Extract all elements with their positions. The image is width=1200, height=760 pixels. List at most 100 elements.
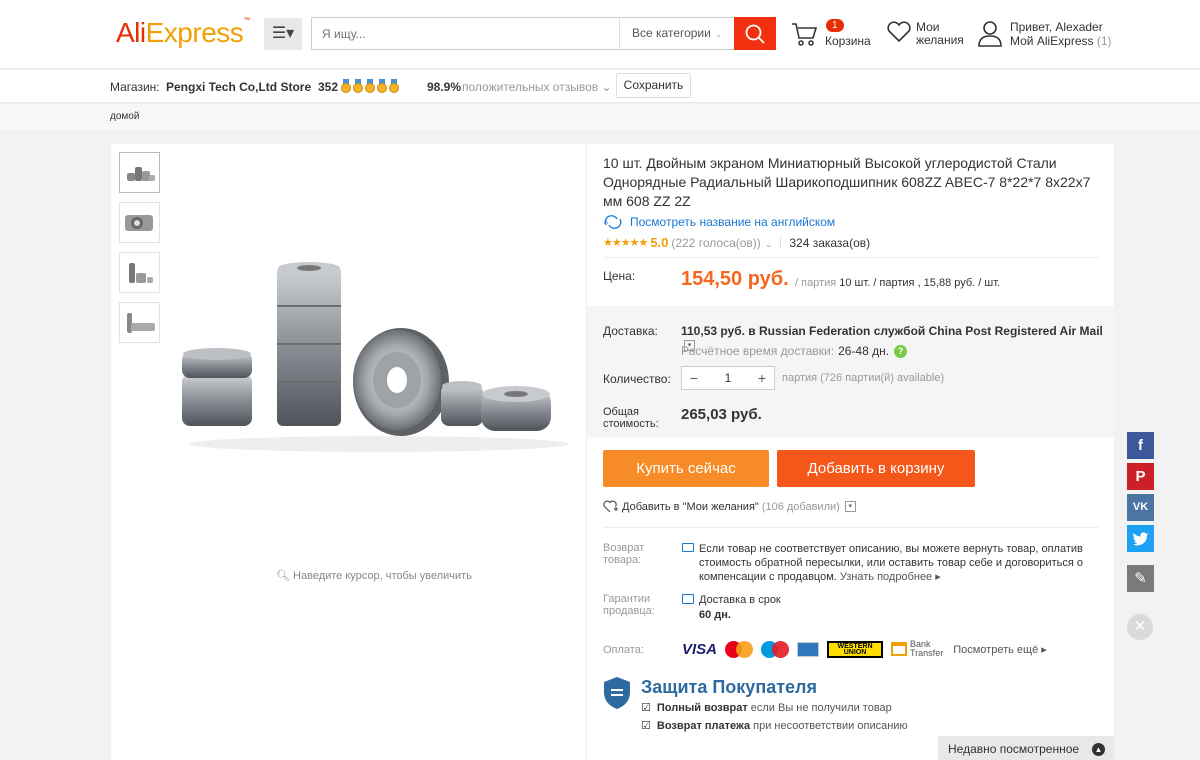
svg-text:A: A <box>604 220 608 226</box>
guarantee-text: Доставка в срок 60 дн. <box>699 593 781 623</box>
total-cost-value: 265,03 руб. <box>681 406 762 423</box>
delivery-time: Расчётное время доставки: 26-48 дн. ? <box>681 344 908 358</box>
protection-item2-text: при несоответствии описанию <box>750 720 908 732</box>
product-price: 154,50 руб. <box>681 268 789 290</box>
recently-viewed-toggle[interactable]: Недавно посмотренное ▲ <box>938 736 1114 760</box>
account-link[interactable]: Привет, Alexader Мой AliExpress (1) <box>977 20 1112 51</box>
guarantee-line2: 60 дн. <box>699 609 731 621</box>
payment-methods: VISA WESTERN UNION Bank Transfer Посмотрет… <box>682 640 1047 658</box>
thumbnail-list <box>119 152 160 352</box>
bearings-stack-thumbnail-image <box>129 262 153 283</box>
price-unit: / партия 10 шт. / партия , 15,88 руб. / … <box>795 277 1000 289</box>
translate-title-link[interactable]: A Посмотреть название на английском <box>603 215 835 229</box>
add-to-cart-button[interactable]: Добавить в корзину <box>777 450 975 487</box>
votes-count: (222 голоса(ов)) <box>671 235 761 250</box>
truck-icon <box>682 594 694 604</box>
guarantee-label-text: Гарантии продавца: <box>603 593 655 617</box>
magnifier-icon: 🔍︎ <box>276 570 290 582</box>
product-thumbnail[interactable] <box>119 202 160 243</box>
positive-feedback-percent: 98.9% <box>427 80 462 94</box>
product-main-image[interactable] <box>179 244 579 454</box>
buy-now-button[interactable]: Купить сейчас <box>603 450 769 487</box>
chevron-down-icon[interactable]: ▾ <box>844 501 856 512</box>
checkbox-icon: ☑ <box>641 702 651 714</box>
recently-viewed-label: Недавно посмотренное <box>948 742 1080 756</box>
add-wishlist-text: Добавить в "Мои желания" <box>622 500 759 513</box>
quantity-decrease-button[interactable]: − <box>682 370 706 386</box>
facebook-icon: f <box>1138 437 1143 454</box>
cart-icon <box>792 23 818 46</box>
zoom-hint: 🔍︎ Наведите курсор, чтобы увеличить <box>276 569 472 582</box>
medal-icon <box>377 79 387 93</box>
quantity-input[interactable]: 1 <box>706 371 750 385</box>
bank-icon <box>891 642 908 656</box>
total-cost-label: Общая стоимость: <box>603 406 659 430</box>
store-bar: Магазин: Pengxi Tech Co,Ltd Store 352 98… <box>0 70 1200 103</box>
my-account-text: Мой AliExpress <box>1010 34 1094 48</box>
close-icon: ✕ <box>1133 618 1147 635</box>
facebook-share-button[interactable]: f <box>1127 432 1154 459</box>
user-icon <box>978 21 1002 47</box>
product-thumbnail[interactable] <box>119 302 160 343</box>
close-share-button[interactable]: ✕ <box>1127 614 1153 640</box>
twitter-share-button[interactable] <box>1127 525 1154 552</box>
bearing-thumbnail-image <box>125 214 153 231</box>
bearings-thumbnail-image <box>127 166 155 181</box>
breadcrumb: домой <box>0 104 1200 130</box>
checkbox-icon: ☑ <box>641 720 651 732</box>
protection-item: ☑ Полный возврат если Вы не получили това… <box>641 701 892 714</box>
feedback-dropdown[interactable]: положительных отзывов ⌄ <box>462 80 612 94</box>
medal-icon <box>365 79 375 93</box>
shield-icon <box>604 677 630 709</box>
price-unit-prefix: / партия <box>795 277 837 289</box>
price-label: Цена: <box>603 269 636 283</box>
wishlist-link[interactable]: Мои желания <box>886 20 964 47</box>
save-store-button[interactable]: Сохранить <box>616 73 691 98</box>
payment-see-more-link[interactable]: Посмотреть ещё ▸ <box>953 643 1047 656</box>
account-label: Привет, Alexader Мой AliExpress (1) <box>1010 20 1130 48</box>
pinterest-icon: P <box>1135 468 1146 485</box>
cart-link[interactable]: 1 Корзина <box>790 19 880 50</box>
store-score: 352 <box>318 80 339 94</box>
product-thumbnail[interactable] <box>119 152 160 193</box>
greeting-text: Привет, Alexader <box>1010 20 1103 34</box>
divider <box>603 527 1099 528</box>
visa-logo: VISA <box>682 640 718 658</box>
logo-tm: ™ <box>243 17 250 24</box>
search-button[interactable] <box>734 17 776 50</box>
medal-icon <box>389 79 399 93</box>
delivery-time-label: Расчётное время доставки: <box>681 344 835 358</box>
bank-text: Bank Transfer <box>910 640 943 658</box>
categories-menu-button[interactable]: ☰▾ <box>264 18 302 50</box>
my-account-count: (1) <box>1096 34 1112 48</box>
heart-icon <box>887 21 911 43</box>
return-more-link[interactable]: Узнать подробнее ▸ <box>840 571 941 583</box>
store-name-link[interactable]: Pengxi Tech Co,Ltd Store <box>166 80 311 94</box>
buyer-protection-title: Защита Покупателя <box>641 677 817 697</box>
search-category-select[interactable]: Все категории ⌄ <box>619 18 735 49</box>
medal-icon <box>353 79 363 93</box>
edit-button[interactable]: ✎ <box>1127 565 1154 592</box>
product-thumbnail[interactable] <box>119 252 160 293</box>
vk-icon: VK <box>1132 501 1149 513</box>
chevron-up-icon: ▲ <box>1092 743 1105 756</box>
search-icon <box>745 24 765 44</box>
wu-line2: UNION <box>843 648 867 656</box>
add-to-wishlist-link[interactable]: Добавить в "Мои желания" (106 добавили) … <box>603 500 856 513</box>
chevron-down-icon: ⌄ <box>714 29 723 39</box>
heart-plus-icon <box>603 500 618 513</box>
vk-share-button[interactable]: VK <box>1127 494 1154 521</box>
quantity-increase-button[interactable]: + <box>750 370 774 386</box>
pinterest-share-button[interactable]: P <box>1127 463 1154 490</box>
help-icon[interactable]: ? <box>894 344 908 358</box>
bearings-row-thumbnail-image <box>127 312 155 333</box>
votes-dropdown[interactable]: (222 голоса(ов)) ⌄ <box>671 236 772 250</box>
my-account-line: Мой AliExpress (1) <box>1010 34 1130 48</box>
translate-icon: A <box>604 215 622 229</box>
logo-express-text: Express <box>145 17 244 48</box>
search-input[interactable] <box>312 18 612 49</box>
logo-ali-text: Ali <box>116 17 146 48</box>
aliexpress-logo[interactable]: AliExpress™ <box>116 17 250 49</box>
breadcrumb-home-link[interactable]: домой <box>110 111 139 122</box>
quantity-availability: партия (726 партии(й) available) <box>782 372 945 384</box>
